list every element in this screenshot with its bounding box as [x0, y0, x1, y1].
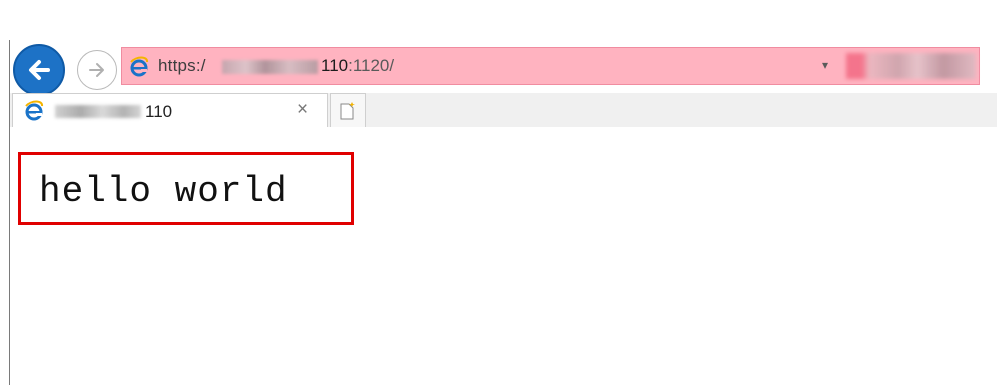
back-button[interactable] [13, 44, 65, 96]
tab-ie-logo-icon [25, 100, 43, 121]
new-tab-button[interactable] [330, 93, 366, 127]
url-protocol: https:/ [158, 56, 206, 75]
new-tab-icon [340, 101, 355, 119]
forward-button[interactable] [77, 50, 117, 90]
tab-title: 110 [145, 102, 173, 121]
url-redacted [222, 60, 318, 74]
ie-logo-icon [130, 56, 148, 77]
page-text: hello world [39, 171, 288, 212]
active-tab[interactable]: 110 × [12, 93, 328, 127]
url-host-port: 110:1120/ [321, 56, 394, 76]
back-arrow-icon [29, 60, 50, 80]
address-bar-tools-redacted [846, 53, 976, 79]
address-bar[interactable]: https:/ 110:1120/ ▾ [121, 47, 980, 85]
window-left-edge [9, 40, 10, 385]
url-port-path: :1120/ [348, 56, 395, 75]
url-host-suffix: 110 [321, 56, 349, 75]
tab-close-button[interactable]: × [297, 100, 308, 120]
tab-strip: 110 × [10, 93, 997, 127]
address-dropdown-button[interactable]: ▾ [822, 58, 828, 72]
highlighted-content: hello world [18, 152, 354, 225]
tab-title-redacted [55, 105, 141, 118]
forward-arrow-icon [89, 63, 104, 77]
